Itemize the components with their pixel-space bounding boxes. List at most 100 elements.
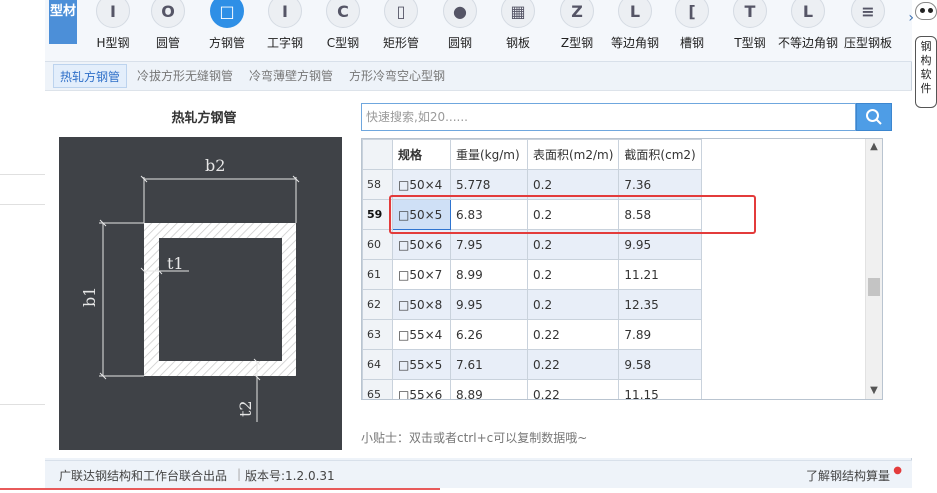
row-number[interactable]: 65	[362, 379, 393, 399]
cell-surface[interactable]: 0.22	[526, 319, 620, 350]
toolbar-item[interactable]: T T型钢	[720, 0, 780, 60]
divider	[0, 204, 45, 205]
toolbar-item[interactable]: I 工字钢	[255, 0, 315, 60]
profile-shape-icon: ▯	[384, 0, 418, 28]
cell-section[interactable]: 11.15	[618, 379, 702, 399]
cell-section[interactable]: 9.58	[618, 349, 702, 380]
cell-weight[interactable]: 8.99	[450, 259, 528, 290]
row-number[interactable]: 63	[362, 319, 393, 350]
profile-shape-icon: T	[733, 0, 767, 28]
table-row[interactable]: 61 □50×7 8.99 0.2 11.21	[362, 259, 702, 290]
subtab-hot-rolled[interactable]: 热轧方钢管	[53, 64, 128, 88]
scroll-down-icon[interactable]: ▼	[866, 383, 882, 399]
mascot-widget[interactable]: 钢构软件	[913, 0, 937, 110]
col-header-surface[interactable]: 表面积(m2/m)	[526, 139, 620, 170]
toolbar-item-label: 矩形管	[382, 36, 419, 50]
toolbar-item-label: 圆钢	[447, 36, 472, 50]
profile-shape-icon: L	[791, 0, 825, 28]
cell-weight[interactable]: 8.89	[450, 379, 528, 399]
cell-section[interactable]: 11.21	[618, 259, 702, 290]
cell-spec[interactable]: □55×4	[392, 319, 451, 350]
row-number[interactable]: 62	[362, 289, 393, 320]
row-number[interactable]: 61	[362, 259, 393, 290]
col-header-weight[interactable]: 重量(kg/m)	[450, 139, 528, 170]
cell-weight[interactable]: 9.95	[450, 289, 528, 320]
credit-text: 广联达钢结构和工作台联合出品	[59, 469, 228, 483]
table-row[interactable]: 63 □55×4 6.26 0.22 7.89	[362, 319, 702, 350]
subtab-cold-drawn[interactable]: 冷拔方形无缝钢管	[131, 64, 239, 88]
cell-spec[interactable]: □55×5	[392, 349, 451, 380]
cell-surface[interactable]: 0.22	[526, 349, 620, 380]
search-icon	[866, 109, 882, 125]
cell-section[interactable]: 7.89	[618, 319, 702, 350]
cell-spec[interactable]: □50×8	[392, 289, 451, 320]
subtab-cold-bent-thin[interactable]: 冷弯薄壁方钢管	[243, 64, 339, 88]
label-b2: b2	[205, 156, 225, 175]
search-button[interactable]	[856, 103, 892, 131]
toolbar-item-label: 不等边角钢	[778, 36, 839, 50]
row-number[interactable]: 60	[362, 229, 393, 260]
row-number[interactable]: 58	[362, 169, 393, 200]
data-grid: 规格 重量(kg/m) 表面积(m2/m) 截面积(cm2) 58 □50×4 5.…	[361, 138, 883, 400]
profile-toolbar: 型材 I H型钢 O 圆管 □ 方钢管 I 工字钢 C C型钢 ▯ 矩形管 ● 圆钢 ▦ 钢板 Z Z型钢 L 等边角…	[45, 0, 914, 62]
toolbar-item[interactable]: L 不等边角钢	[778, 0, 838, 60]
row-number[interactable]: 59	[362, 199, 393, 230]
table-row[interactable]: 60 □50×6 7.95 0.2 9.95	[362, 229, 702, 260]
cell-surface[interactable]: 0.2	[526, 289, 620, 320]
cell-weight[interactable]: 7.61	[450, 349, 528, 380]
toolbar-item[interactable]: ▯ 矩形管	[371, 0, 431, 60]
cell-spec[interactable]: □55×6	[392, 379, 451, 399]
category-label: 型材	[49, 0, 77, 44]
profile-shape-icon: ●	[443, 0, 477, 28]
row-number[interactable]: 64	[362, 349, 393, 380]
cell-section[interactable]: 9.95	[618, 229, 702, 260]
cell-surface[interactable]: 0.22	[526, 379, 620, 399]
toolbar-item[interactable]: [槽钢	[662, 0, 722, 60]
footer-bar: 广联达钢结构和工作台联合出品 | 版本号:1.2.0.31 了解钢结构算量 ●	[45, 460, 912, 488]
toolbar-item[interactable]: □ 方钢管	[197, 0, 257, 60]
label-t2: t2	[236, 400, 255, 417]
toolbar-item[interactable]: ≡ 压型钢板	[838, 0, 898, 60]
toolbar-item[interactable]: Z Z型钢	[547, 0, 607, 60]
diagram-title: 热轧方钢管	[171, 111, 237, 126]
cell-spec[interactable]: □50×7	[392, 259, 451, 290]
toolbar-item-label: H型钢	[96, 36, 130, 50]
toolbar-item[interactable]: ▦ 钢板	[488, 0, 548, 60]
version-text: 版本号:1.2.0.31	[245, 469, 335, 483]
col-header-spec[interactable]: 规格	[392, 139, 451, 170]
tip-text: 小贴士：双击或者ctrl+c可以复制数据哦~	[361, 431, 588, 445]
profile-shape-icon: ≡	[851, 0, 885, 28]
cell-weight[interactable]: 7.95	[450, 229, 528, 260]
selection-highlight-box	[389, 195, 756, 234]
table-row[interactable]: 64 □55×5 7.61 0.22 9.58	[362, 349, 702, 380]
table-row[interactable]: 62 □50×8 9.95 0.2 12.35	[362, 289, 702, 320]
subtab-cold-bent-hollow[interactable]: 方形冷弯空心型钢	[343, 64, 451, 88]
cell-surface[interactable]: 0.2	[526, 229, 620, 260]
toolbar-item-label: C型钢	[326, 36, 360, 50]
cell-weight[interactable]: 6.26	[450, 319, 528, 350]
app-root: 型材 I H型钢 O 圆管 □ 方钢管 I 工字钢 C C型钢 ▯ 矩形管 ● 圆钢 ▦ 钢板 Z Z型钢 L 等边角…	[0, 0, 937, 493]
toolbar-item[interactable]: C C型钢	[313, 0, 373, 60]
scroll-thumb[interactable]	[868, 278, 880, 296]
cell-spec[interactable]: □50×6	[392, 229, 451, 260]
label-t1: t1	[167, 254, 184, 273]
cell-surface[interactable]: 0.2	[526, 259, 620, 290]
learn-more-link[interactable]: 了解钢结构算量	[806, 467, 890, 484]
subtab-bar: 热轧方钢管 冷拔方形无缝钢管 冷弯薄壁方钢管 方形冷弯空心型钢	[53, 64, 451, 88]
search-input[interactable]	[362, 104, 855, 130]
toolbar-item-label: 压型钢板	[843, 36, 892, 50]
section-diagram: b2 t1 b1 t2	[59, 137, 342, 450]
table-row[interactable]: 65 □55×6 8.89 0.22 11.15	[362, 379, 702, 399]
content-panel: 热轧方钢管 b2 t1 b1 t2 快速搜索,如20...... 规格 重量(k…	[45, 90, 912, 458]
eye-icon	[928, 8, 933, 13]
toolbar-item[interactable]: L 等边角钢	[605, 0, 665, 60]
toolbar-item[interactable]: ● 圆钢	[430, 0, 490, 60]
toolbar-item[interactable]: O 圆管	[138, 0, 198, 60]
scroll-up-icon[interactable]: ▲	[866, 139, 882, 155]
profile-shape-icon: L	[618, 0, 652, 28]
cell-section[interactable]: 12.35	[618, 289, 702, 320]
toolbar-item[interactable]: I H型钢	[83, 0, 143, 60]
vertical-scrollbar[interactable]: ▲ ▼	[865, 139, 882, 399]
col-header-section[interactable]: 截面积(cm2)	[618, 139, 702, 170]
footer-divider: |	[237, 467, 242, 481]
